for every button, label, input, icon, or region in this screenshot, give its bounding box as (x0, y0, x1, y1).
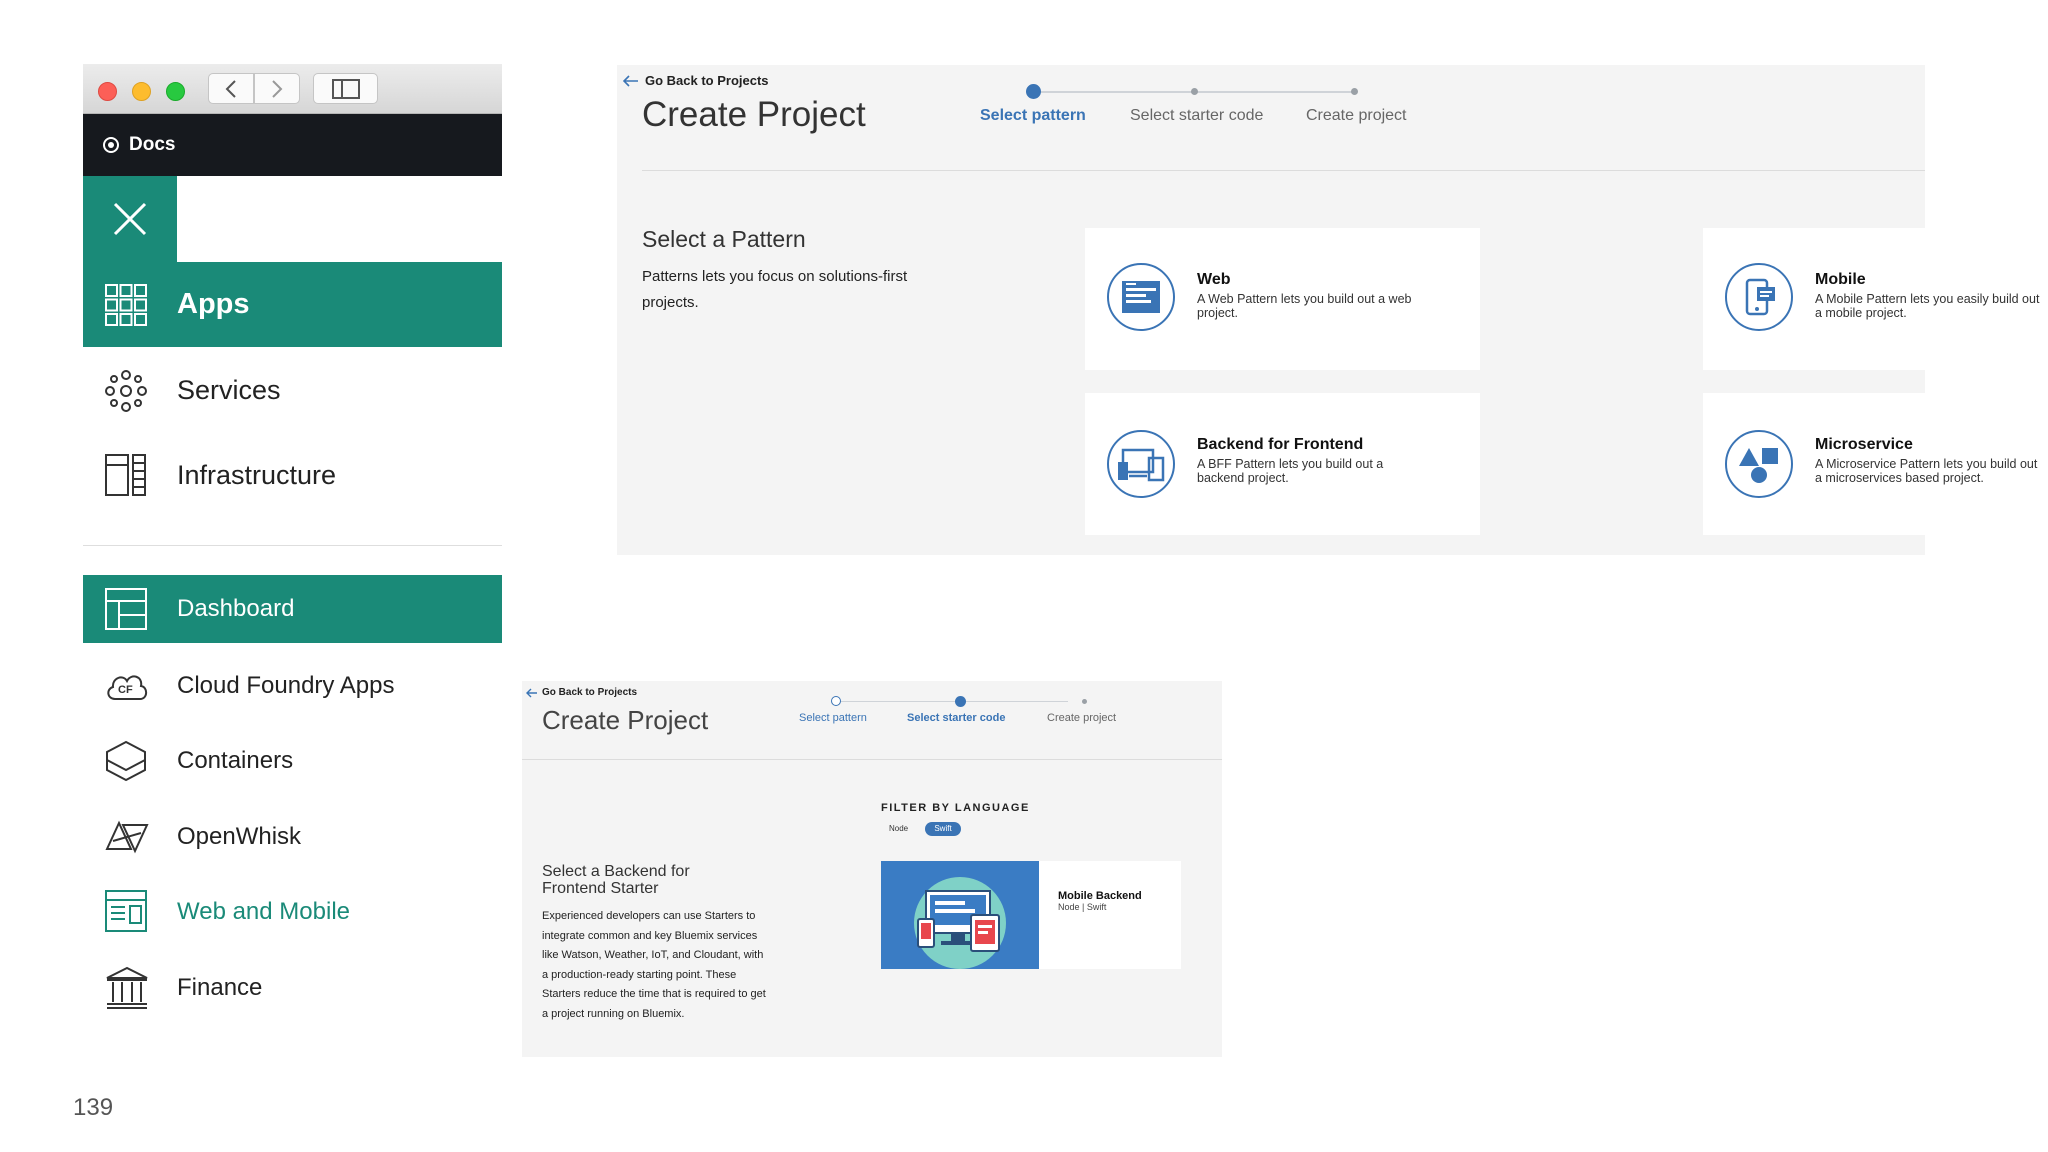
pattern-card-microservice[interactable]: Microservice A Microservice Pattern lets… (1703, 393, 2048, 535)
back-to-projects-link[interactable]: Go Back to Projects (526, 687, 637, 698)
section-description: Patterns lets you focus on solutions-fir… (642, 268, 908, 311)
containers-icon (105, 740, 147, 782)
nav-item-label: Services (177, 375, 281, 405)
create-project-panel-pattern: Go Back to Projects Create Project Selec… (617, 65, 2048, 555)
card-description: A Web Pattern lets you build out a web p… (1197, 292, 1412, 320)
stepper-line (836, 701, 1068, 702)
nav-item-label: Apps (177, 288, 250, 320)
panel-header-divider (642, 170, 1925, 171)
back-label: Go Back to Projects (645, 73, 769, 88)
sub-item-label: Web and Mobile (177, 898, 350, 925)
devices-illustration-icon (914, 877, 1006, 969)
arrow-left-icon (526, 688, 537, 697)
sub-item-cloud-foundry-apps[interactable]: CF Cloud Foundry Apps (83, 655, 502, 717)
nav-item-services[interactable]: Services (83, 348, 502, 433)
starter-thumbnail (881, 861, 1039, 969)
services-icon (105, 370, 147, 412)
step-create-project[interactable]: Create project (1047, 712, 1116, 724)
back-to-projects-link[interactable]: Go Back to Projects (623, 73, 769, 88)
step-dot-1 (1026, 84, 1041, 99)
sub-item-label: Cloud Foundry Apps (177, 672, 395, 699)
starter-title: Mobile Backend (1058, 890, 1142, 902)
mobile-pattern-icon (1725, 263, 1793, 331)
docs-bar: Docs (83, 114, 502, 176)
card-description: A BFF Pattern lets you build out a backe… (1197, 457, 1384, 485)
arrow-left-icon (623, 74, 638, 87)
pattern-card-bff[interactable]: Backend for Frontend A BFF Pattern lets … (1085, 393, 1480, 535)
bff-pattern-icon (1107, 430, 1175, 498)
docs-label[interactable]: Docs (129, 134, 175, 156)
pattern-card-web[interactable]: Web A Web Pattern lets you build out a w… (1085, 228, 1480, 370)
nav-item-infrastructure[interactable]: Infrastructure (83, 433, 502, 518)
card-description: A Mobile Pattern lets you easily build o… (1815, 292, 2040, 320)
minimize-window-button[interactable] (132, 82, 151, 101)
sub-item-openwhisk[interactable]: OpenWhisk (83, 806, 502, 868)
sub-item-containers[interactable]: Containers (83, 730, 502, 792)
dashboard-icon (105, 588, 147, 630)
window-titlebar (83, 64, 502, 114)
close-window-button[interactable] (98, 82, 117, 101)
forward-button[interactable] (254, 73, 300, 104)
nav-item-apps[interactable]: Apps (83, 262, 502, 347)
section-description: Experienced developers can use Starters … (542, 910, 766, 1020)
step-dot-1 (831, 696, 841, 706)
chevron-left-icon (225, 79, 236, 98)
card-title: Backend for Frontend (1197, 436, 1364, 453)
sub-item-label: Containers (177, 747, 294, 774)
starter-card-mobile-backend[interactable]: Mobile Backend Node | Swift (881, 861, 1181, 969)
finance-icon (105, 966, 149, 1010)
page-title: Create Project (542, 705, 709, 735)
card-title: Microservice (1815, 436, 1913, 453)
step-create-project[interactable]: Create project (1306, 107, 1407, 125)
section-title: Select a Pattern (642, 226, 806, 252)
step-select-starter-code[interactable]: Select starter code (907, 712, 1005, 724)
sub-item-web-and-mobile[interactable]: Web and Mobile (83, 881, 502, 943)
infrastructure-icon (105, 453, 147, 497)
card-title: Web (1197, 271, 1231, 288)
cloud-foundry-icon-text: CF (118, 684, 133, 696)
cloud-foundry-icon: CF (105, 667, 149, 705)
close-icon (113, 202, 147, 236)
step-dot-3 (1351, 88, 1358, 95)
filter-node[interactable]: Node (889, 824, 908, 833)
section-title: Select a Backend for Frontend Starter (542, 863, 690, 897)
filter-label: FILTER BY LANGUAGE (881, 802, 1030, 814)
back-label: Go Back to Projects (542, 687, 638, 698)
step-dot-2 (1191, 88, 1198, 95)
microservice-pattern-icon (1725, 430, 1793, 498)
grid-icon (105, 284, 147, 326)
step-dot-2 (955, 696, 966, 707)
maximize-window-button[interactable] (166, 82, 185, 101)
sidebar-icon (331, 78, 360, 99)
chevron-right-icon (272, 79, 283, 98)
sub-item-label: OpenWhisk (177, 823, 302, 850)
openwhisk-icon (105, 819, 149, 855)
starter-languages: Node | Swift (1058, 902, 1107, 912)
back-button[interactable] (208, 73, 254, 104)
close-menu-button[interactable] (83, 176, 177, 262)
filter-swift[interactable]: Swift (925, 822, 961, 836)
step-select-pattern[interactable]: Select pattern (799, 712, 867, 724)
sub-item-label: Dashboard (177, 595, 295, 622)
sub-item-label: Finance (177, 974, 263, 1001)
panel-header-divider (522, 759, 1222, 760)
docs-logo-icon (103, 137, 119, 153)
page-title: Create Project (642, 95, 866, 134)
step-select-starter-code[interactable]: Select starter code (1130, 107, 1263, 125)
sidebar-divider (83, 545, 502, 546)
sidebar-toggle-button[interactable] (313, 73, 378, 104)
page-number: 139 (73, 1094, 114, 1121)
web-pattern-icon (1107, 263, 1175, 331)
step-dot-3 (1082, 699, 1087, 704)
card-description: A Microservice Pattern lets you build ou… (1815, 457, 2038, 485)
create-project-panel-starter: Go Back to Projects Create Project Selec… (522, 681, 1222, 1057)
sub-item-finance[interactable]: Finance (83, 957, 502, 1019)
card-title: Mobile (1815, 271, 1866, 288)
web-mobile-icon (105, 890, 147, 932)
step-select-pattern[interactable]: Select pattern (980, 107, 1086, 125)
sub-item-dashboard[interactable]: Dashboard (83, 575, 502, 643)
pattern-card-mobile[interactable]: Mobile A Mobile Pattern lets you easily … (1703, 228, 2048, 370)
nav-item-label: Infrastructure (177, 460, 337, 490)
